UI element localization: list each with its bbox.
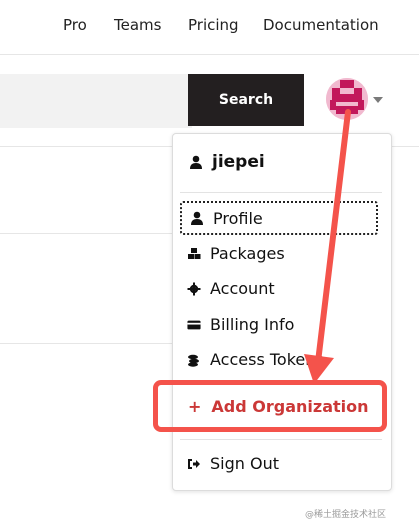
menu-item-profile[interactable]: Profile	[180, 201, 378, 235]
menu-item-label: Access Tokens	[210, 350, 324, 369]
search-input[interactable]	[0, 74, 192, 128]
nav-link-pricing[interactable]: Pricing	[188, 16, 239, 34]
menu-item-packages[interactable]: Packages	[187, 244, 285, 263]
plus-icon: +	[188, 396, 202, 416]
divider	[0, 233, 173, 234]
menu-item-label: Sign Out	[210, 454, 279, 473]
nav-link-pro[interactable]: Pro	[63, 16, 87, 34]
watermark: @稀土掘金技术社区	[305, 510, 387, 520]
credit-card-icon	[187, 320, 201, 329]
nav-link-documentation[interactable]: Documentation	[263, 16, 379, 34]
divider	[0, 343, 173, 344]
top-nav: Pro Teams Pricing Documentation	[0, 0, 419, 55]
menu-divider	[180, 192, 382, 193]
user-dropdown-menu: jiepei Profile Packages Account Billing …	[172, 133, 392, 491]
user-header: jiepei	[189, 152, 265, 172]
user-icon	[190, 155, 202, 169]
menu-item-label: Billing Info	[210, 315, 295, 334]
search-button[interactable]: Search	[188, 74, 304, 126]
menu-item-label: Account	[210, 279, 275, 298]
nav-link-teams[interactable]: Teams	[114, 16, 161, 34]
chevron-down-icon[interactable]	[373, 97, 383, 103]
menu-item-label: Add Organization	[211, 396, 369, 416]
menu-item-add-organization[interactable]: + Add Organization	[172, 380, 388, 432]
username: jiepei	[212, 152, 265, 172]
coins-icon	[188, 354, 199, 367]
sign-out-icon	[188, 458, 200, 469]
user-icon	[191, 211, 203, 225]
menu-item-label: Packages	[210, 244, 285, 263]
menu-divider	[180, 439, 382, 440]
menu-item-access-tokens[interactable]: Access Tokens	[187, 350, 324, 369]
menu-item-billing-info[interactable]: Billing Info	[187, 315, 294, 334]
menu-item-label: Profile	[213, 208, 263, 228]
menu-item-sign-out[interactable]: Sign Out	[187, 454, 279, 473]
avatar[interactable]	[326, 78, 368, 120]
packages-icon	[188, 247, 201, 259]
menu-item-account[interactable]: Account	[187, 279, 275, 298]
gear-icon	[187, 282, 201, 295]
